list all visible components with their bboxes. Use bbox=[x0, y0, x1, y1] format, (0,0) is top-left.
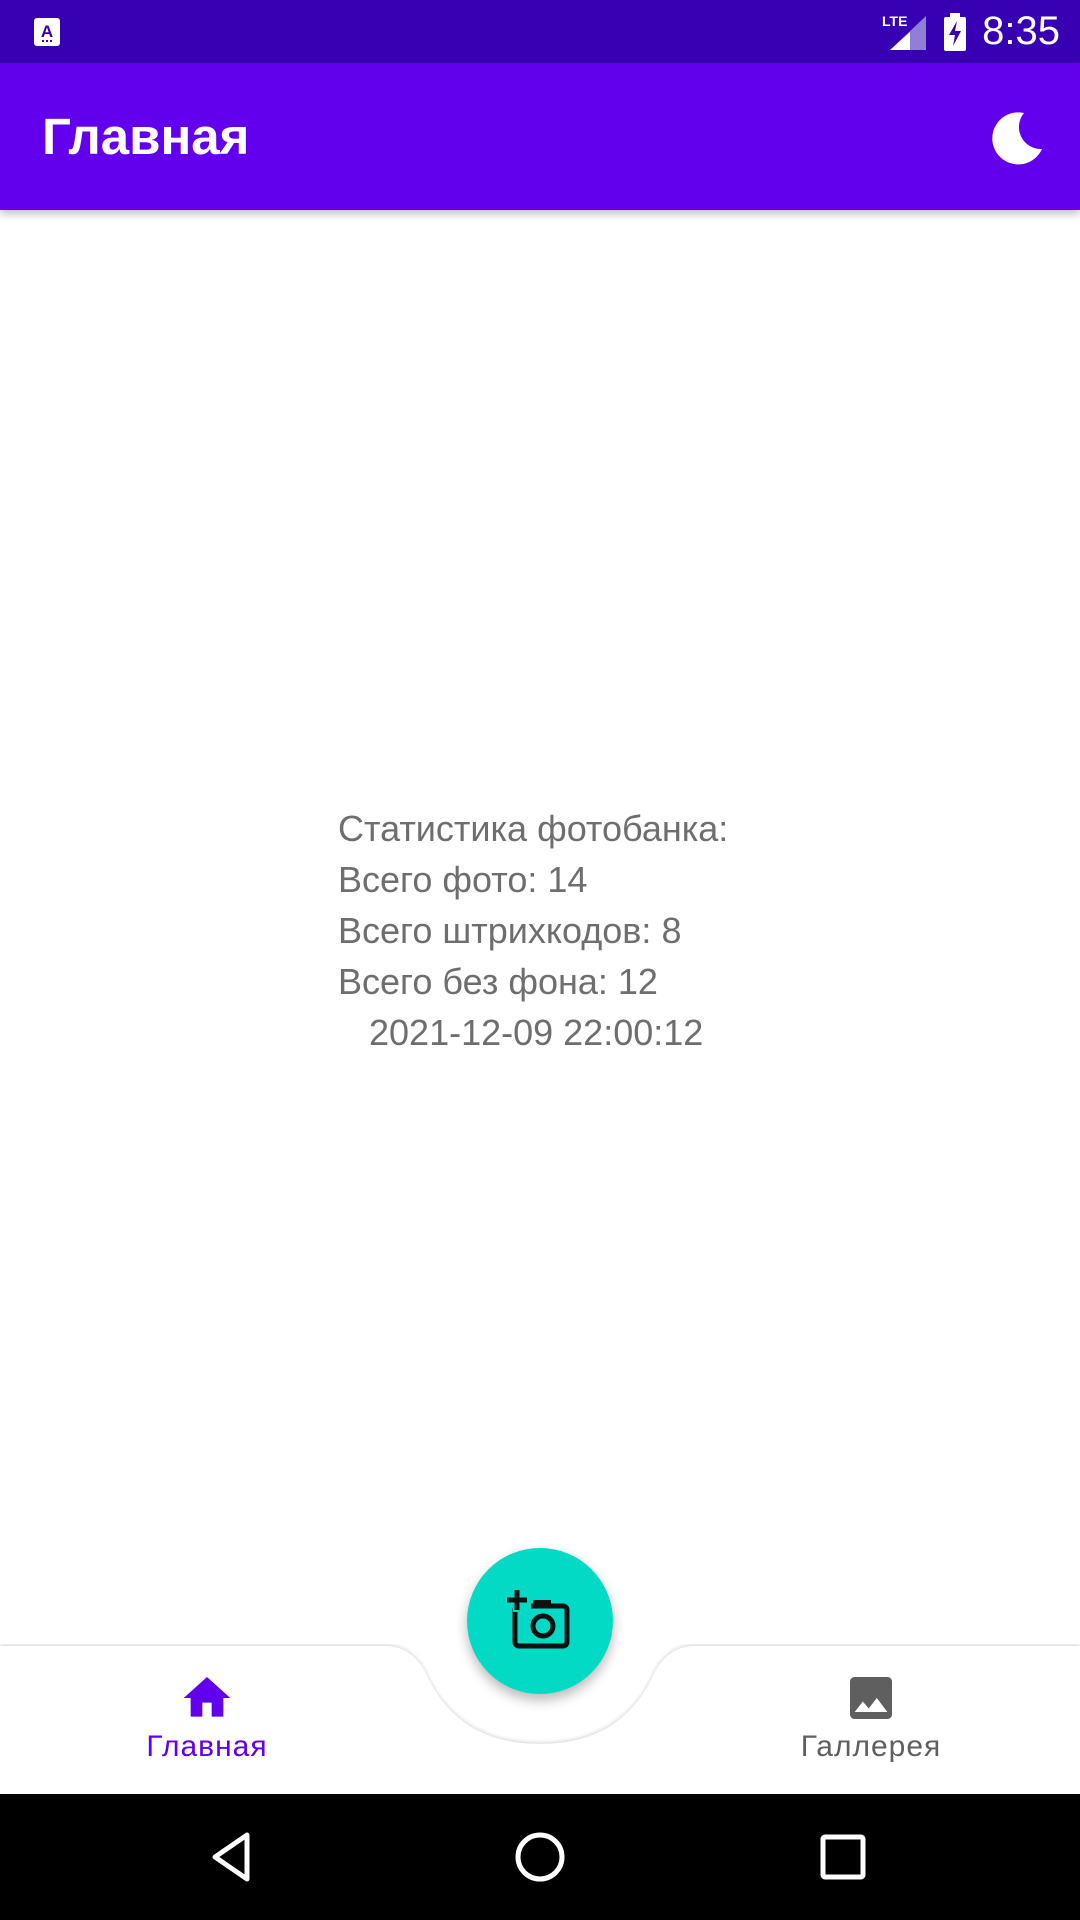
battery-charging-icon bbox=[944, 12, 967, 51]
status-bar: A LTE 8:35 bbox=[0, 0, 1080, 63]
app-bar: Главная bbox=[0, 63, 1080, 210]
nav-item-home[interactable]: Главная bbox=[77, 1644, 337, 1794]
lte-signal-icon: LTE bbox=[882, 13, 927, 50]
home-circle-icon[interactable] bbox=[510, 1827, 570, 1887]
back-triangle-icon[interactable] bbox=[205, 1827, 265, 1887]
nav-label-gallery: Галлерея bbox=[800, 1730, 942, 1763]
home-icon bbox=[183, 1677, 231, 1717]
add-photo-icon bbox=[507, 1590, 570, 1649]
page-title: Главная bbox=[42, 108, 250, 165]
image-icon bbox=[850, 1677, 892, 1719]
system-navigation-bar bbox=[0, 1794, 1080, 1920]
stats-total-barcodes: Всего штрихкодов: 8 bbox=[338, 910, 682, 951]
nav-item-gallery[interactable]: Галлерея bbox=[741, 1644, 1001, 1794]
network-label: LTE bbox=[882, 13, 907, 29]
screen: A LTE 8:35 Главная Статистика фотобанка:… bbox=[0, 0, 1080, 1920]
add-photo-fab-button[interactable] bbox=[467, 1548, 613, 1694]
svg-text:A: A bbox=[41, 22, 53, 41]
status-indicators: LTE 8:35 bbox=[880, 0, 1060, 63]
stats-total-no-background: Всего без фона: 12 bbox=[338, 961, 658, 1002]
photobank-stats: Статистика фотобанка: Всего фото: 14 Все… bbox=[338, 803, 728, 1058]
dark-mode-toggle-moon-icon[interactable] bbox=[984, 105, 1048, 169]
stats-total-photos: Всего фото: 14 bbox=[338, 859, 588, 900]
stats-heading: Статистика фотобанка: bbox=[338, 808, 729, 849]
nav-label-home: Главная bbox=[146, 1730, 268, 1763]
app-notification-icon: A bbox=[34, 18, 60, 46]
status-time: 8:35 bbox=[982, 9, 1060, 53]
recents-square-icon[interactable] bbox=[813, 1827, 873, 1887]
stats-timestamp: 2021-12-09 22:00:12 bbox=[369, 1012, 704, 1053]
